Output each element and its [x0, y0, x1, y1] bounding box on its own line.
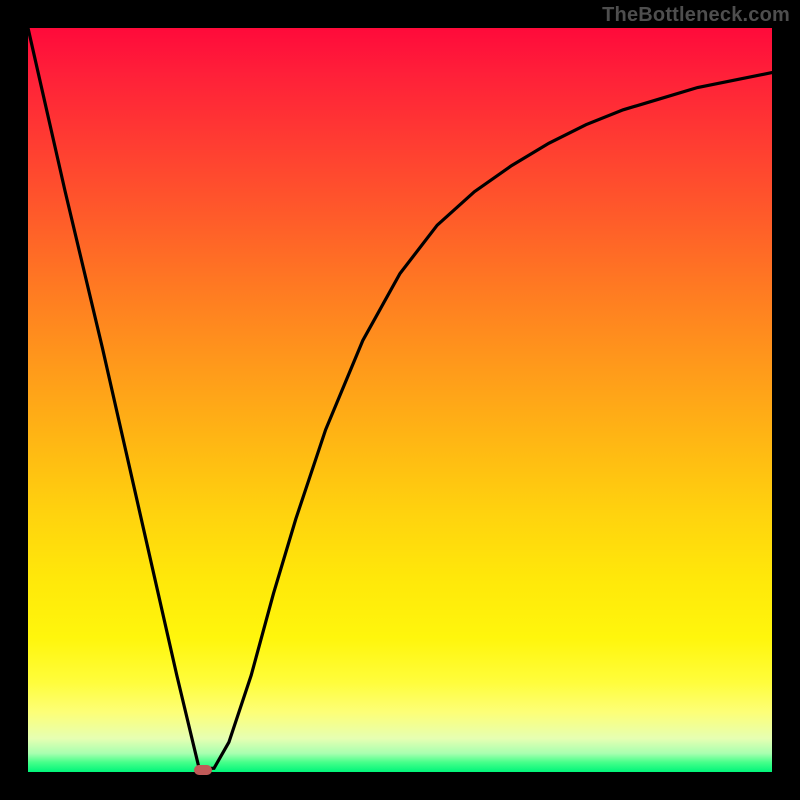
optimum-marker: [194, 765, 212, 775]
plot-area: [28, 28, 772, 772]
chart-frame: TheBottleneck.com: [0, 0, 800, 800]
attribution-text: TheBottleneck.com: [602, 4, 790, 27]
curve-layer: [28, 28, 772, 772]
bottleneck-curve: [28, 28, 772, 768]
